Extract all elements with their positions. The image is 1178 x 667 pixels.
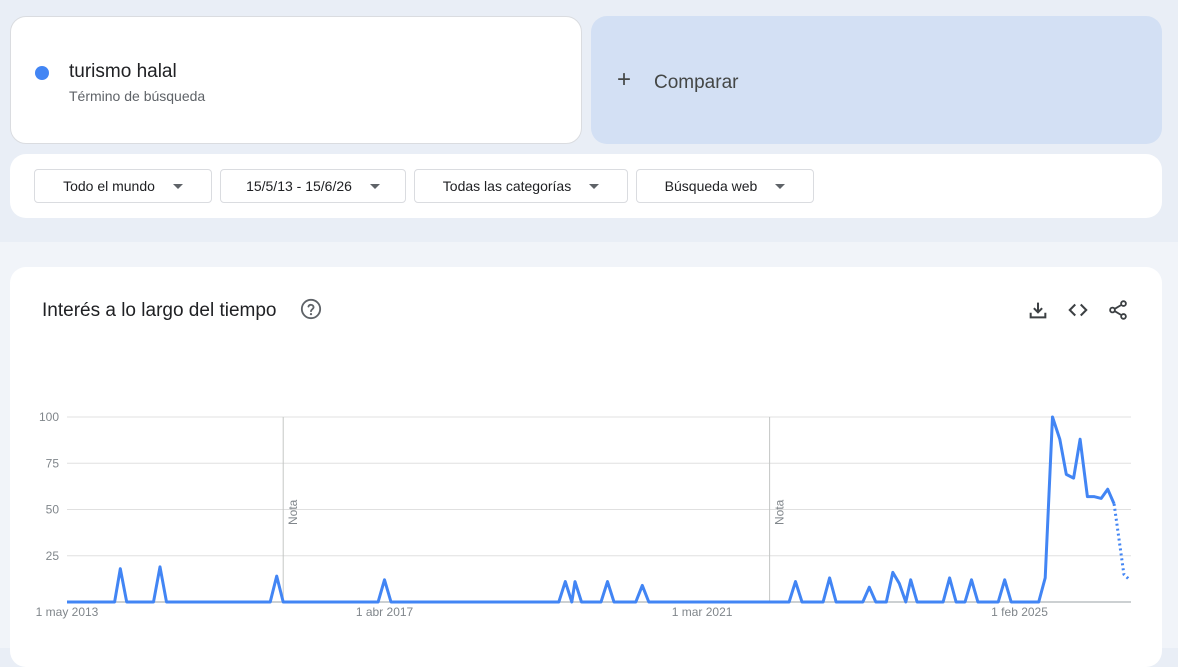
search-term-name[interactable]: turismo halal [69,61,177,83]
y-tick-label: 75 [46,456,60,470]
date-range-label: 15/5/13 - 15/6/26 [246,178,352,194]
x-tick-label: 1 abr 2017 [356,605,414,619]
y-tick-label: 100 [39,410,59,424]
series-partial-line [1112,503,1131,581]
note-marker-label: Nota [773,499,787,525]
x-tick-label: 1 may 2013 [36,605,99,619]
plus-icon: + [617,66,632,93]
series-color-dot [35,66,49,80]
dropdown-arrow-icon [589,183,600,189]
search-type-label: Búsqueda web [664,178,758,194]
y-tick-label: 50 [46,503,60,517]
search-term-type: Término de búsqueda [69,88,206,104]
x-tick-label: 1 feb 2025 [991,605,1048,619]
note-marker-label: Nota [286,499,300,525]
region-dropdown[interactable]: Todo el mundo [34,169,212,203]
category-label: Todas las categorías [442,178,572,194]
y-tick-label: 25 [46,549,60,563]
x-tick-label: 1 mar 2021 [672,605,733,619]
interest-over-time-card: Interés a lo largo del tiempo 100 75 50 25 N… [10,267,1162,667]
filters-bar: Todo el mundo 15/5/13 - 15/6/26 Todas la… [10,154,1162,218]
search-term-card[interactable]: turismo halal Término de búsqueda [10,16,582,144]
dropdown-arrow-icon [369,183,380,189]
category-dropdown[interactable]: Todas las categorías [414,169,628,203]
line-chart: 100 75 50 25 Nota Nota 1 may 2013 1 abr 2017 1 m… [36,410,1131,619]
region-label: Todo el mundo [63,178,155,194]
search-type-dropdown[interactable]: Búsqueda web [636,169,814,203]
dropdown-arrow-icon [775,183,786,189]
dropdown-arrow-icon [172,183,183,189]
compare-button[interactable]: + Comparar [591,16,1162,144]
compare-label: Comparar [654,72,739,93]
date-range-dropdown[interactable]: 15/5/13 - 15/6/26 [220,169,406,203]
